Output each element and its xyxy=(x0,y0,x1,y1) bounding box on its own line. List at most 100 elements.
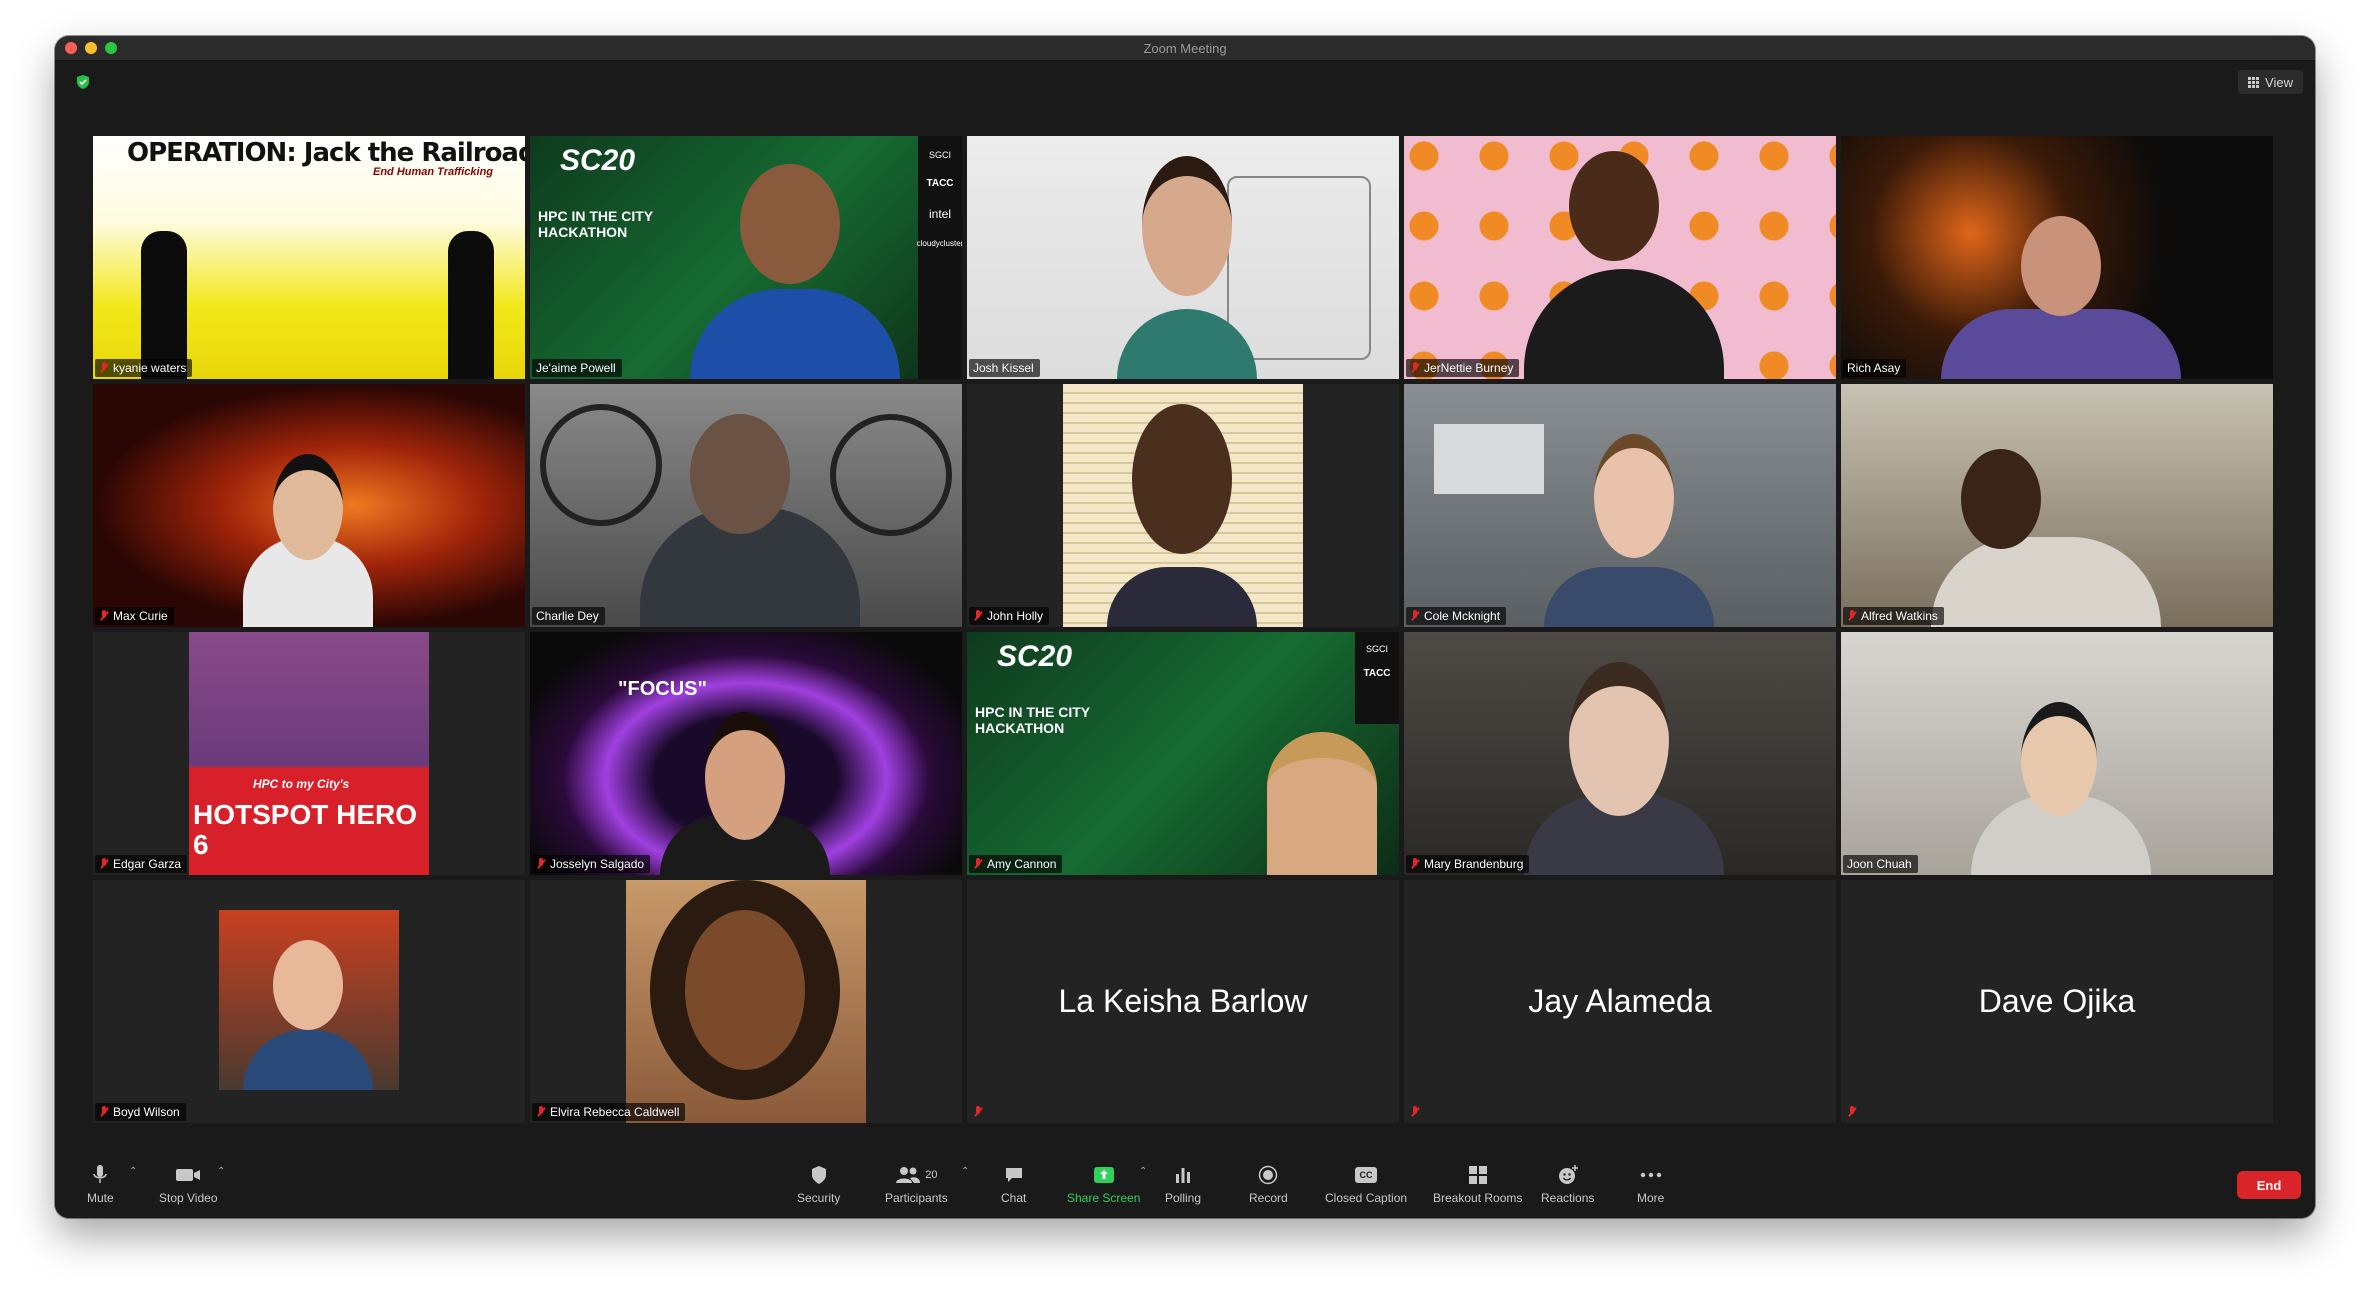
muted-mic-icon xyxy=(1410,858,1420,870)
participants-options-caret[interactable]: ⌃ xyxy=(961,1166,969,1177)
muted-mic-icon xyxy=(536,1106,546,1118)
participant-head xyxy=(740,164,840,284)
video-tile[interactable]: SC20 HPC IN THE CITY HACKATHON SGCI TACC… xyxy=(530,136,962,379)
reactions-button[interactable]: Reactions xyxy=(1541,1162,1594,1205)
sponsor-logo: intel xyxy=(928,207,951,221)
poster-title: HOTSPOT HERO 6 xyxy=(193,799,418,860)
participant-name: Cole Mcknight xyxy=(1424,609,1501,623)
window-controls xyxy=(65,42,117,54)
sponsor-logos: SGCI TACC xyxy=(1355,632,1399,724)
chat-button-label: Chat xyxy=(1001,1191,1027,1205)
participant-name-label: Josselyn Salgado xyxy=(532,855,651,873)
participant-head xyxy=(1961,449,2041,549)
participant-name-label: Max Curie xyxy=(95,607,174,625)
video-tile[interactable]: Alfred Watkins xyxy=(1841,384,2273,627)
microphone-icon xyxy=(93,1165,108,1183)
participant-video xyxy=(1267,732,1377,875)
video-tile[interactable]: John Holly xyxy=(967,384,1399,627)
video-tile[interactable]: Josh Kissel xyxy=(967,136,1399,379)
mute-button[interactable]: Mute xyxy=(87,1162,114,1205)
video-tile-off[interactable]: Jay Alameda xyxy=(1404,880,1836,1123)
closed-caption-button[interactable]: CC Closed Caption xyxy=(1325,1162,1407,1205)
participant-display-name: La Keisha Barlow xyxy=(1058,983,1308,1019)
encryption-shield-icon[interactable] xyxy=(75,74,91,90)
mute-button-label: Mute xyxy=(87,1191,114,1205)
participant-head xyxy=(705,712,785,840)
tile-overlay-title: OPERATION: Jack the Railroad xyxy=(127,138,525,168)
video-tile[interactable]: Mary Brandenburg xyxy=(1404,632,1836,875)
video-tile[interactable]: Elvira Rebecca Caldwell xyxy=(530,880,962,1123)
participants-icon xyxy=(896,1167,921,1183)
sponsor-logo: cloudycluster xyxy=(916,239,962,248)
zoom-window: Zoom Meeting View OPERATION: Jack the Ra… xyxy=(55,36,2315,1218)
video-tile[interactable]: HPC to my City's HOTSPOT HERO 6 Edgar Ga… xyxy=(93,632,525,875)
participant-name: Josselyn Salgado xyxy=(550,857,645,871)
participant-name: Elvira Rebecca Caldwell xyxy=(550,1105,680,1119)
record-button[interactable]: Record xyxy=(1249,1162,1288,1205)
participant-name-label: JerNettie Burney xyxy=(1406,359,1520,377)
participant-name-label: Alfred Watkins xyxy=(1843,607,1944,625)
view-button[interactable]: View xyxy=(2238,70,2303,94)
more-dots-icon xyxy=(1640,1172,1661,1178)
breakout-rooms-icon xyxy=(1468,1166,1487,1184)
participants-button[interactable]: 20 Participants xyxy=(885,1162,948,1205)
security-button[interactable]: Security xyxy=(797,1162,840,1205)
participant-name-label: kyanie waters xyxy=(95,359,193,377)
maximize-window-button[interactable] xyxy=(105,42,117,54)
video-options-caret[interactable]: ⌃ xyxy=(217,1166,225,1177)
participant-name-label: Elvira Rebecca Caldwell xyxy=(532,1103,686,1121)
participant-name: Amy Cannon xyxy=(987,857,1057,871)
participant-name: Charlie Dey xyxy=(536,609,599,623)
video-tile[interactable]: Cole Mcknight xyxy=(1404,384,1836,627)
participant-head xyxy=(1569,662,1669,816)
participant-head xyxy=(1132,404,1232,554)
meeting-toolbar: Mute ⌃ Stop Video ⌃ Security 20 Particip… xyxy=(55,1154,2315,1218)
video-tile[interactable]: Joon Chuah xyxy=(1841,632,2273,875)
participant-name-label: Charlie Dey xyxy=(532,607,605,625)
more-button[interactable]: More xyxy=(1637,1162,1664,1205)
video-tile[interactable]: JerNettie Burney xyxy=(1404,136,1836,379)
video-tile[interactable]: "FOCUS" Josselyn Salgado xyxy=(530,632,962,875)
participant-name-label: Cole Mcknight xyxy=(1406,607,1507,625)
participant-name: Edgar Garza xyxy=(113,857,182,871)
participant-name: John Holly xyxy=(987,609,1044,623)
video-tile[interactable]: OPERATION: Jack the Railroad End Human T… xyxy=(93,136,525,379)
video-tile[interactable]: Max Curie xyxy=(93,384,525,627)
audio-options-caret[interactable]: ⌃ xyxy=(129,1166,137,1177)
muted-mic-icon xyxy=(973,610,983,622)
participant-head xyxy=(1594,434,1674,558)
video-camera-icon xyxy=(176,1169,201,1181)
minimize-window-button[interactable] xyxy=(85,42,97,54)
silhouette-figure xyxy=(141,231,187,379)
breakout-rooms-button[interactable]: Breakout Rooms xyxy=(1433,1162,1522,1205)
participant-name: Je'aime Powell xyxy=(536,361,616,375)
sponsor-logo: SGCI xyxy=(1365,644,1388,654)
participant-name: Max Curie xyxy=(113,609,168,623)
window-title: Zoom Meeting xyxy=(1143,40,1227,56)
chat-button[interactable]: Chat xyxy=(1001,1162,1026,1205)
end-meeting-button[interactable]: End xyxy=(2237,1171,2301,1199)
polling-button[interactable]: Polling xyxy=(1165,1162,1201,1205)
close-window-button[interactable] xyxy=(65,42,77,54)
participant-head xyxy=(2021,216,2101,316)
share-options-caret[interactable]: ⌃ xyxy=(1139,1166,1147,1177)
stop-video-button[interactable]: Stop Video xyxy=(159,1162,218,1205)
participant-head xyxy=(690,414,790,534)
participant-status xyxy=(1406,1103,1426,1121)
closed-caption-icon: CC xyxy=(1355,1167,1378,1183)
tile-overlay-subtitle: HPC IN THE CITY HACKATHON xyxy=(975,704,1090,736)
participant-name-label: Amy Cannon xyxy=(969,855,1063,873)
participant-name-label: John Holly xyxy=(969,607,1050,625)
video-tile[interactable]: Charlie Dey xyxy=(530,384,962,627)
muted-mic-icon xyxy=(536,858,546,870)
participant-name-label: Josh Kissel xyxy=(969,359,1040,377)
video-tile-active-speaker[interactable]: Rich Asay xyxy=(1841,136,2273,379)
share-screen-button[interactable]: Share Screen xyxy=(1067,1162,1140,1205)
bicycle-wheel xyxy=(830,414,952,536)
video-tile-off[interactable]: Dave Ojika xyxy=(1841,880,2273,1123)
video-tile-off[interactable]: La Keisha Barlow xyxy=(967,880,1399,1123)
participant-name-label: Mary Brandenburg xyxy=(1406,855,1530,873)
video-tile[interactable]: Boyd Wilson xyxy=(93,880,525,1123)
video-tile[interactable]: SC20 HPC IN THE CITY HACKATHON SGCI TACC… xyxy=(967,632,1399,875)
muted-mic-icon xyxy=(99,610,109,622)
